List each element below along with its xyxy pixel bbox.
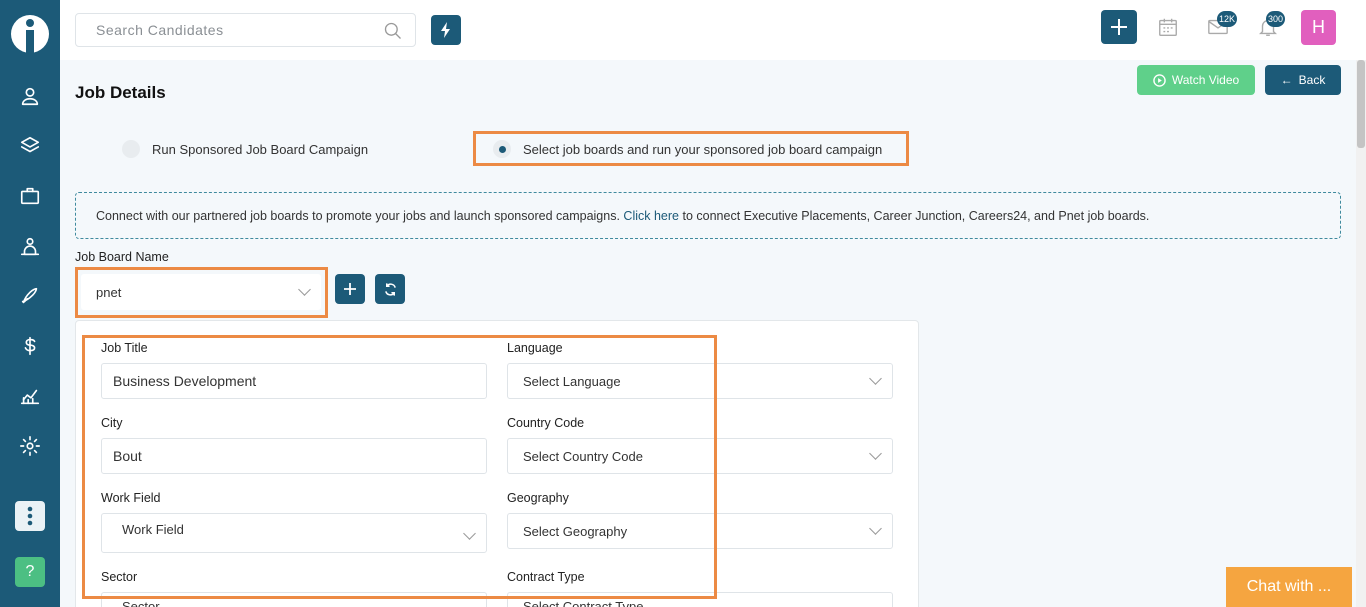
job-title-input[interactable]: Business Development (101, 363, 487, 399)
layers-icon[interactable] (18, 134, 42, 158)
plus-icon (1111, 19, 1127, 35)
back-label: Back (1298, 73, 1326, 87)
candidates-icon[interactable] (18, 84, 42, 108)
work-field-label: Work Field (101, 491, 161, 505)
sidebar: ? (0, 0, 60, 607)
job-title-value: Business Development (113, 373, 257, 389)
watch-video-button[interactable]: Watch Video (1137, 65, 1255, 95)
refresh-job-boards-button[interactable] (375, 274, 405, 304)
chevron-down-icon (869, 447, 882, 460)
help-button[interactable]: ? (15, 557, 45, 587)
dollar-icon[interactable] (18, 334, 42, 358)
back-button[interactable]: ← Back (1265, 65, 1341, 95)
app-logo-icon[interactable] (10, 12, 50, 56)
notification-badge: 300 (1266, 11, 1286, 27)
play-circle-icon (1153, 73, 1166, 87)
plus-icon (344, 283, 356, 295)
info-banner: Connect with our partnered job boards to… (75, 192, 1341, 239)
radio-option-select-job-boards[interactable]: Select job boards and run your sponsored… (493, 140, 882, 158)
radio-option-select-job-boards-label: Select job boards and run your sponsored… (523, 141, 883, 157)
watch-video-label: Watch Video (1171, 73, 1240, 87)
radio-unselected[interactable] (122, 140, 140, 158)
chevron-down-icon (869, 372, 882, 385)
city-input[interactable]: Bout (101, 438, 487, 474)
calendar-icon[interactable] (1157, 16, 1179, 38)
job-board-select[interactable]: pnet (81, 274, 321, 310)
quick-action-button[interactable] (431, 15, 461, 45)
refresh-icon (384, 282, 396, 296)
search-input[interactable]: Search Candidates (75, 13, 416, 47)
job-title-label: Job Title (101, 341, 148, 355)
question-icon: ? (25, 563, 35, 580)
sector-label: Sector (101, 570, 138, 584)
city-value: Bout (113, 448, 142, 464)
chevron-down-icon (869, 522, 882, 535)
radio-option-run-sponsored[interactable]: Run Sponsored Job Board Campaign (122, 140, 368, 158)
vertical-dots-icon (27, 506, 33, 526)
contract-type-select[interactable]: Select Contract Type (507, 592, 893, 607)
work-field-select[interactable]: Work Field (101, 513, 487, 553)
country-code-label: Country Code (507, 416, 585, 430)
click-here-link[interactable]: Click here (623, 209, 679, 223)
language-placeholder: Select Language (523, 373, 621, 389)
language-label: Language (507, 341, 563, 355)
city-label: City (101, 416, 123, 430)
avatar[interactable]: H (1301, 10, 1336, 45)
page-title: Job Details (75, 83, 166, 102)
geography-placeholder: Select Geography (523, 523, 628, 539)
info-text-after: to connect Executive Placements, Career … (682, 208, 1150, 223)
radio-option-run-sponsored-label: Run Sponsored Job Board Campaign (152, 141, 369, 157)
contract-type-label: Contract Type (507, 570, 585, 584)
search-placeholder: Search Candidates (96, 22, 224, 38)
info-text: Connect with our partnered job boards to… (96, 208, 620, 223)
job-board-value: pnet (96, 284, 122, 300)
country-code-select[interactable]: Select Country Code (507, 438, 893, 474)
chat-widget-button[interactable]: Chat with ... (1226, 567, 1352, 607)
geography-select[interactable]: Select Geography (507, 513, 893, 549)
sector-placeholder: Sector (122, 599, 160, 607)
analytics-icon[interactable] (18, 384, 42, 408)
org-chart-icon[interactable] (18, 235, 42, 259)
add-button[interactable] (1101, 10, 1137, 44)
search-icon[interactable] (383, 21, 403, 41)
scrollbar-thumb[interactable] (1357, 60, 1365, 148)
add-job-board-button[interactable] (335, 274, 365, 304)
top-bar: Search Candidates 12K 300 H (60, 0, 1366, 60)
job-board-label: Job Board Name (75, 250, 169, 264)
chevron-down-icon (463, 527, 476, 540)
briefcase-icon[interactable] (18, 184, 42, 208)
more-menu-button[interactable] (15, 501, 45, 531)
country-code-placeholder: Select Country Code (523, 448, 643, 464)
language-select[interactable]: Select Language (507, 363, 893, 399)
lightning-icon (441, 22, 450, 38)
rocket-icon[interactable] (18, 284, 42, 308)
gear-icon[interactable] (18, 434, 42, 458)
radio-selected[interactable] (493, 140, 511, 158)
sector-select[interactable]: Sector (101, 592, 487, 607)
chevron-down-icon (298, 283, 311, 296)
contract-type-placeholder: Select Contract Type (523, 599, 644, 607)
work-field-placeholder: Work Field (122, 522, 184, 537)
mail-badge: 12K (1217, 11, 1238, 27)
arrow-left-icon: ← (1280, 73, 1293, 87)
geography-label: Geography (507, 491, 569, 505)
